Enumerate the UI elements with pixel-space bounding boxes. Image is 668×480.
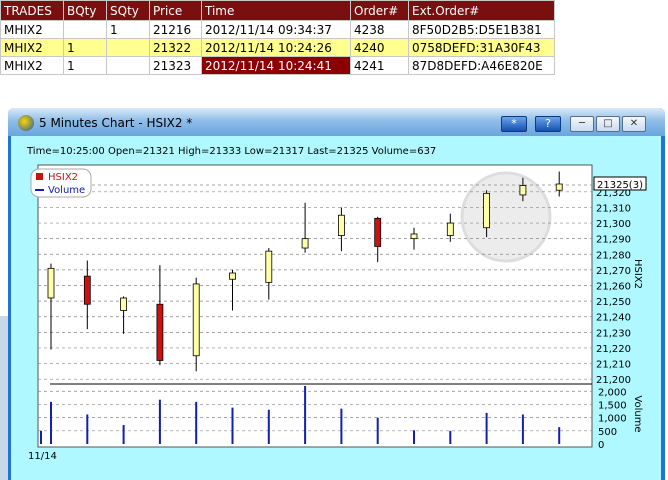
volume-tick-label: 0 [598,440,604,451]
price-tick-label: 21,220 [596,344,631,355]
candle-body [337,214,345,236]
maximize-icon[interactable]: □ [596,116,620,132]
cell-order: 4241 [350,56,409,75]
cell-bqty: 1 [63,38,107,57]
legend-swatch-hsix2 [36,173,43,180]
price-tick-label: 21,230 [596,328,631,339]
volume-tick-label: 2,000 [598,387,627,398]
col-sqty[interactable]: SQty [106,0,150,21]
cell-bqty: 1 [63,56,107,75]
cell-order: 4238 [350,20,409,39]
candle-body [120,297,127,311]
cell-price: 21322 [149,38,202,57]
cell-bqty [63,20,107,39]
date-axis-label: 11/14 [28,451,57,462]
candlestick-chart[interactable]: 21,200 21,210 21,220 21,230 21,240 21,250 21,2… [11,136,661,480]
cell-sqty: 1 [106,20,150,39]
cell-symbol: MHIX2 [0,56,64,75]
price-tick-label: 21,210 [596,360,631,371]
price-tick-label: 21,300 [596,219,631,230]
star-button[interactable]: * [501,116,527,132]
close-icon[interactable]: ✕ [622,116,646,132]
price-tick-label: 21,280 [596,250,631,261]
col-trades[interactable]: TRADES [0,0,64,21]
candle-body [265,250,273,283]
trades-header-row: TRADES BQty SQty Price Time Order# Ext.O… [0,0,555,21]
candle-body [229,272,236,280]
candle-body [156,303,164,361]
cell-ext-order: 87D8DEFD:A46E820E [408,56,555,75]
price-tick-label: 21,250 [596,297,631,308]
cell-order: 4240 [350,38,409,57]
price-axis-title: HSIX2 [632,259,643,289]
col-price[interactable]: Price [149,0,202,21]
background-window-edge [0,316,8,480]
price-tick-label: 21,200 [596,375,631,386]
price-tick-label: 21,310 [596,203,631,214]
cell-price: 21323 [149,56,202,75]
table-row[interactable]: MHIX2 1 21323 2012/11/14 10:24:41 4241 8… [0,56,555,75]
col-ext-order[interactable]: Ext.Order# [408,0,555,21]
candle-body [374,217,382,247]
cell-time-selected[interactable]: 2012/11/14 10:24:41 [201,56,351,75]
minimize-icon[interactable]: ─ [570,116,594,132]
cell-ext-order: 8F50D2B5:D5E1B381 [408,20,555,39]
cell-ext-order: 0758DEFD:31A30F43 [408,38,555,57]
cell-price: 21216 [149,20,202,39]
trades-table: TRADES BQty SQty Price Time Order# Ext.O… [0,0,555,75]
app-logo-icon [18,115,34,131]
watermark-logo [460,171,552,263]
price-tick-label: 21,260 [596,282,631,293]
table-row[interactable]: MHIX2 1 21216 2012/11/14 09:34:37 4238 8… [0,20,555,39]
cell-sqty [106,38,150,57]
volume-axis-title: Volume [632,395,643,432]
col-order[interactable]: Order# [350,0,409,21]
candle-body [47,267,55,299]
cell-time: 2012/11/14 09:34:37 [201,20,351,39]
candle-body [83,275,91,305]
col-bqty[interactable]: BQty [63,0,107,21]
candle-body [301,238,309,249]
chart-client-area: Time=10:25:00 Open=21321 High=21333 Low=… [11,136,661,480]
volume-tick-label: 1,000 [598,414,627,425]
last-price-label: 21325(3) [597,180,643,191]
col-time[interactable]: Time [201,0,351,21]
legend-label-hsix2: HSIX2 [48,172,78,183]
cell-sqty [106,56,150,75]
candle-body [446,222,454,236]
legend-label-volume: Volume [48,185,85,196]
price-tick-label: 21,240 [596,313,631,324]
price-tick-label: 21,270 [596,266,631,277]
candle-body [483,192,491,229]
title-bar[interactable]: 5 Minutes Chart - HSIX2 * * ? ─ □ ✕ [8,108,665,136]
window-title: 5 Minutes Chart - HSIX2 * [39,116,193,130]
candle-body [555,183,563,191]
chart-window[interactable]: 5 Minutes Chart - HSIX2 * * ? ─ □ ✕ Time… [8,108,665,480]
table-row[interactable]: MHIX2 1 21322 2012/11/14 10:24:26 4240 0… [0,38,555,57]
cell-symbol: MHIX2 [0,20,64,39]
candle-body [410,233,418,240]
help-button[interactable]: ? [535,116,561,132]
price-tick-label: 21,290 [596,235,631,246]
candle-body [519,185,527,196]
volume-tick-label: 1,500 [598,400,627,411]
cell-time: 2012/11/14 10:24:26 [201,38,351,57]
candle-body [192,283,200,357]
volume-tick-label: 500 [598,427,617,438]
cell-symbol: MHIX2 [0,38,64,57]
